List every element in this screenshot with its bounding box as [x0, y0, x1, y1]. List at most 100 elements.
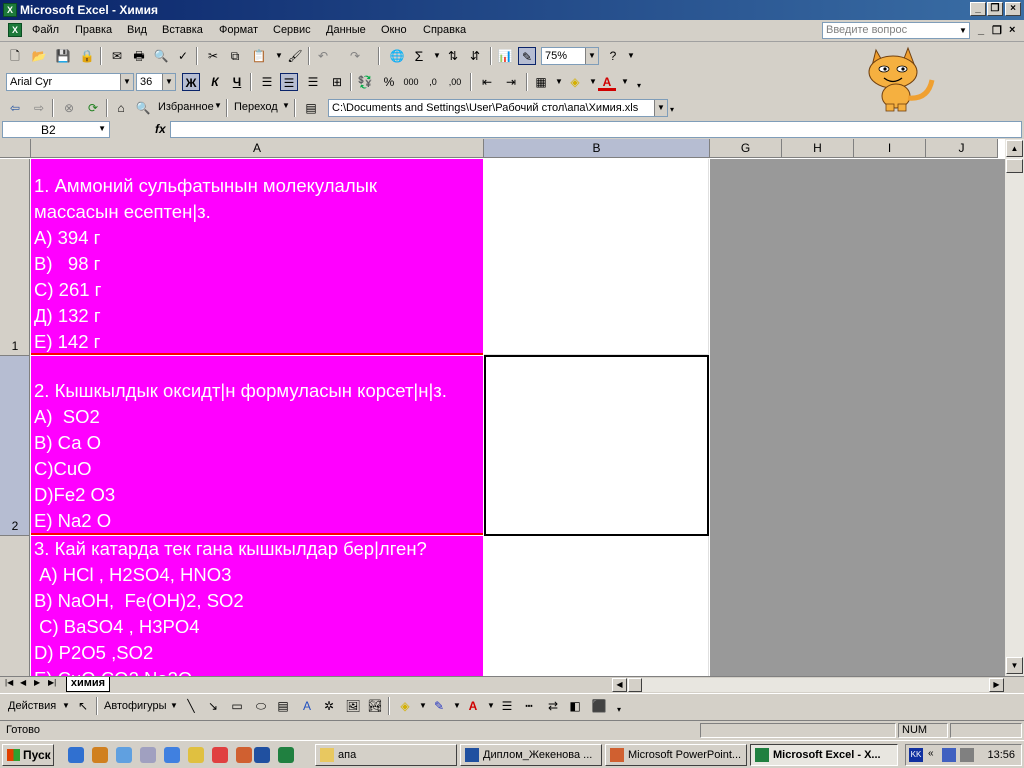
- next-sheet-icon[interactable]: ▶: [34, 678, 40, 687]
- address-input[interactable]: C:\Documents and Settings\User\Рабочий с…: [328, 99, 668, 117]
- task-word-diploma[interactable]: Диплом_Жекенова ...: [460, 744, 602, 766]
- go-dropdown-icon[interactable]: ▼: [282, 101, 290, 110]
- sheet-tab-chemistry[interactable]: химия: [66, 677, 110, 692]
- forward-icon[interactable]: ⇨: [30, 99, 48, 117]
- outlook-icon[interactable]: [92, 747, 108, 763]
- autoshapes-dropdown-icon[interactable]: ▼: [170, 701, 178, 710]
- last-sheet-icon[interactable]: ▶|: [48, 678, 56, 687]
- tray-expand-icon[interactable]: «: [928, 748, 934, 759]
- save-icon[interactable]: 💾: [54, 47, 72, 65]
- prev-sheet-icon[interactable]: ◀: [20, 678, 26, 687]
- excel-icon[interactable]: [278, 747, 294, 763]
- drawing-toggle-icon[interactable]: ✎: [518, 47, 536, 65]
- arrow-icon[interactable]: ↘: [204, 697, 222, 715]
- undo-icon[interactable]: ↶: [314, 47, 332, 65]
- actions-dropdown-icon[interactable]: ▼: [62, 701, 70, 710]
- italic-button[interactable]: К: [206, 73, 224, 91]
- merge-center-icon[interactable]: ⊞: [328, 73, 346, 91]
- sort-desc-icon[interactable]: ⇵: [466, 47, 484, 65]
- ask-question-input[interactable]: Введите вопрос: [822, 22, 970, 39]
- vertical-scrollbar[interactable]: ▲ ▼: [1005, 139, 1024, 676]
- media-player-icon[interactable]: [164, 747, 180, 763]
- column-header-h[interactable]: H: [782, 139, 854, 158]
- menu-edit[interactable]: Правка: [75, 24, 112, 36]
- zoom-select[interactable]: 75% ▼: [541, 47, 599, 65]
- office-assistant-cat[interactable]: [856, 40, 946, 112]
- toolbar-options-icon[interactable]: ▾: [610, 701, 628, 719]
- font-color-icon[interactable]: A: [598, 73, 616, 91]
- align-center-icon[interactable]: ☰: [280, 73, 298, 91]
- increase-indent-icon[interactable]: ⇥: [502, 73, 520, 91]
- line-icon[interactable]: ╲: [182, 697, 200, 715]
- stop-icon[interactable]: ⊗: [60, 99, 78, 117]
- close-button[interactable]: ×: [1005, 2, 1021, 16]
- refresh-icon[interactable]: ⟳: [84, 99, 102, 117]
- decrease-indent-icon[interactable]: ⇤: [478, 73, 496, 91]
- menu-data[interactable]: Данные: [326, 24, 366, 36]
- horizontal-scrollbar[interactable]: ◀ ▶: [612, 678, 1004, 692]
- actions-menu[interactable]: Действия: [8, 700, 56, 712]
- align-right-icon[interactable]: ☰: [304, 73, 322, 91]
- chevron-down-icon[interactable]: ▼: [654, 100, 667, 116]
- scroll-thumb[interactable]: [1006, 159, 1023, 173]
- go-menu[interactable]: Переход: [234, 101, 278, 113]
- formula-input[interactable]: [170, 121, 1022, 138]
- chevron-down-icon[interactable]: ▼: [585, 48, 598, 64]
- toolbar-options-icon[interactable]: ▾: [630, 77, 648, 95]
- doc-close-button[interactable]: ×: [1009, 24, 1015, 36]
- picture-icon[interactable]: 🏞: [366, 697, 384, 715]
- fill-color-icon[interactable]: ◈: [396, 697, 414, 715]
- scroll-up-icon[interactable]: ▲: [1006, 140, 1023, 157]
- task-powerpoint[interactable]: Microsoft PowerPoint...: [605, 744, 747, 766]
- currency-icon[interactable]: 💱: [356, 73, 374, 91]
- font-color-icon[interactable]: A: [464, 697, 482, 715]
- textbox-icon[interactable]: ▤: [274, 697, 292, 715]
- cell-a3[interactable]: 3. Кай катарда тек гана кышкылдар бер|лг…: [31, 536, 483, 676]
- redo-icon[interactable]: ↷: [346, 47, 364, 65]
- title-bar[interactable]: X Microsoft Excel - Химия _ ❐ ×: [0, 0, 1024, 20]
- quick-launch-icon[interactable]: [188, 747, 204, 763]
- line-style-icon[interactable]: ☰: [498, 697, 516, 715]
- align-left-icon[interactable]: ☰: [258, 73, 276, 91]
- word-icon[interactable]: [254, 747, 270, 763]
- dash-style-icon[interactable]: ┅: [520, 697, 538, 715]
- row-header-3[interactable]: 3: [0, 536, 30, 676]
- cell-a2[interactable]: 2. Кышкылдык оксидт|н формуласын корсет|…: [31, 356, 483, 535]
- menu-window[interactable]: Окно: [381, 24, 407, 36]
- clipart-icon[interactable]: 🖼: [344, 697, 362, 715]
- chevron-down-icon[interactable]: ▼: [98, 124, 106, 133]
- menu-format[interactable]: Формат: [219, 24, 258, 36]
- task-folder-apa[interactable]: апа: [315, 744, 457, 766]
- scroll-right-icon[interactable]: ▶: [989, 678, 1004, 692]
- menu-view[interactable]: Вид: [127, 24, 147, 36]
- autoshapes-menu[interactable]: Автофигуры: [104, 700, 167, 712]
- new-icon[interactable]: 🗋: [6, 47, 24, 65]
- menu-help[interactable]: Справка: [423, 24, 466, 36]
- cell-b2-selected[interactable]: [484, 355, 709, 536]
- cell-a1[interactable]: 1. Аммоний сульфатынын молекулалык масса…: [31, 159, 483, 355]
- network-icon[interactable]: [942, 748, 956, 762]
- rectangle-icon[interactable]: ▭: [228, 697, 246, 715]
- doc-minimize-button[interactable]: _: [978, 24, 984, 36]
- toolbar-options-icon[interactable]: ▾: [670, 105, 674, 114]
- hyperlink-icon[interactable]: 🌐: [388, 47, 406, 65]
- chevron-down-icon[interactable]: ▼: [120, 74, 133, 90]
- first-sheet-icon[interactable]: |◀: [5, 678, 13, 687]
- chevron-down-icon[interactable]: ▼: [162, 74, 175, 90]
- diagram-icon[interactable]: ✲: [320, 697, 338, 715]
- column-header-a[interactable]: A: [31, 139, 484, 158]
- copy-icon[interactable]: ⧉: [226, 47, 244, 65]
- home-icon[interactable]: ⌂: [112, 99, 130, 117]
- font-select[interactable]: Arial Cyr ▼: [6, 73, 134, 91]
- ie-icon[interactable]: [68, 747, 84, 763]
- font-size-select[interactable]: 36 ▼: [136, 73, 176, 91]
- menu-tools[interactable]: Сервис: [273, 24, 311, 36]
- column-header-b[interactable]: B: [484, 139, 710, 158]
- 3d-icon[interactable]: ⬛: [590, 697, 608, 715]
- desktop-icon[interactable]: [116, 747, 132, 763]
- open-icon[interactable]: 📂: [30, 47, 48, 65]
- shadow-icon[interactable]: ◧: [566, 697, 584, 715]
- column-header-g[interactable]: G: [710, 139, 782, 158]
- cut-icon[interactable]: ✂: [204, 47, 222, 65]
- quick-launch-icon[interactable]: [212, 747, 228, 763]
